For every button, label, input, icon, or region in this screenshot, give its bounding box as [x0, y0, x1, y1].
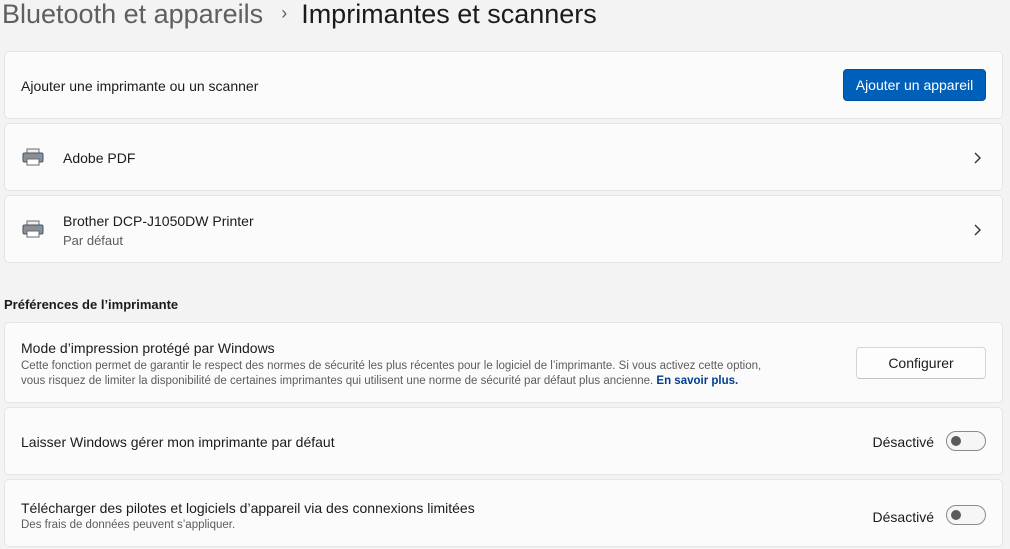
toggle-knob: [951, 510, 961, 520]
printer-default-badge: Par défaut: [63, 233, 123, 248]
chevron-right-icon: [974, 152, 981, 164]
metered-download-toggle[interactable]: [946, 505, 986, 525]
page-title: Imprimantes et scanners: [301, 0, 597, 29]
metered-download-toggle-state: Désactivé: [872, 509, 934, 525]
metered-download-subtitle: Des frais de données peuvent s’appliquer…: [21, 519, 236, 531]
default-printer-title: Laisser Windows gérer mon imprimante par…: [21, 434, 335, 450]
metered-download-setting-card: Télécharger des pilotes et logiciels d’a…: [4, 479, 1003, 547]
add-device-button[interactable]: Ajouter un appareil: [843, 69, 986, 101]
printer-item-brother[interactable]: Brother DCP-J1050DW Printer Par défaut: [4, 195, 1003, 263]
toggle-knob: [951, 436, 961, 446]
protected-mode-description-line2-text: vous risquez de limiter la disponibilité…: [21, 375, 654, 387]
breadcrumb: Bluetooth et appareils › Imprimantes et …: [2, 0, 597, 34]
breadcrumb-parent-link[interactable]: Bluetooth et appareils: [2, 0, 263, 30]
printer-icon: [22, 220, 44, 238]
metered-download-title: Télécharger des pilotes et logiciels d’a…: [21, 500, 475, 516]
learn-more-link[interactable]: En savoir plus.: [656, 375, 738, 387]
default-printer-toggle-state: Désactivé: [872, 434, 934, 450]
protected-mode-title: Mode d’impression protégé par Windows: [21, 340, 275, 356]
add-printer-card: Ajouter une imprimante ou un scanner Ajo…: [4, 51, 1003, 119]
protected-mode-description-line1: Cette fonction permet de garantir le res…: [21, 360, 762, 372]
default-printer-setting-card: Laisser Windows gérer mon imprimante par…: [4, 407, 1003, 475]
protected-mode-description: Cette fonction permet de garantir le res…: [21, 359, 831, 389]
printer-name: Adobe PDF: [63, 150, 136, 166]
default-printer-toggle[interactable]: [946, 431, 986, 451]
printer-icon: [22, 148, 44, 166]
protected-mode-description-line2: vous risquez de limiter la disponibilité…: [21, 374, 831, 389]
section-title-printer-preferences: Préférences de l’imprimante: [4, 297, 179, 312]
chevron-right-icon: [974, 224, 981, 236]
printer-name: Brother DCP-J1050DW Printer: [63, 213, 254, 229]
breadcrumb-chevron-icon: ›: [281, 2, 288, 23]
configure-button[interactable]: Configurer: [856, 347, 986, 379]
protected-print-mode-card: Mode d’impression protégé par Windows Ce…: [4, 322, 1003, 403]
printer-item-adobe-pdf[interactable]: Adobe PDF: [4, 123, 1003, 191]
add-printer-label: Ajouter une imprimante ou un scanner: [21, 78, 259, 94]
